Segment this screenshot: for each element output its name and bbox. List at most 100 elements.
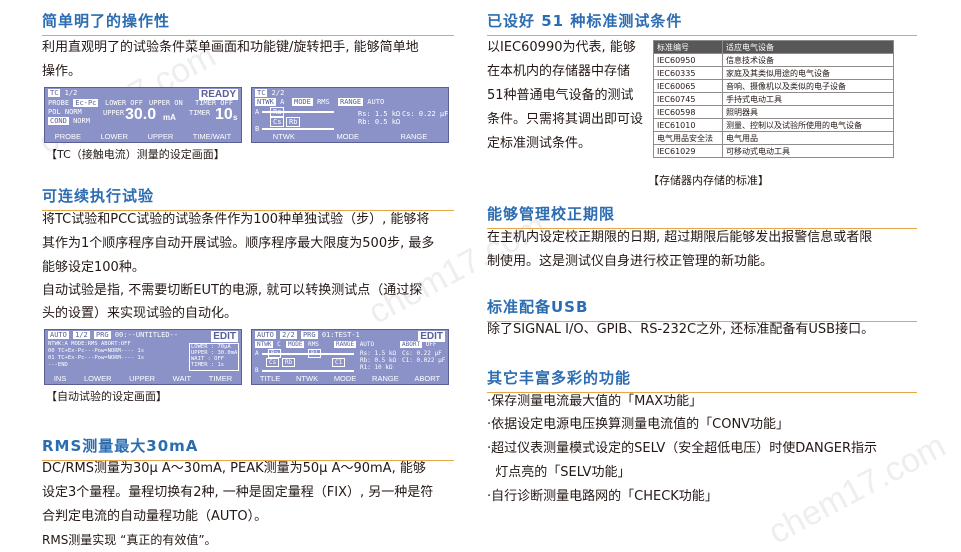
- lcd-text: PRG: [300, 331, 318, 339]
- softkey-range[interactable]: RANGE: [401, 132, 428, 141]
- softkey-wait[interactable]: WAIT: [173, 374, 191, 383]
- softkey-upper[interactable]: UPPER: [147, 132, 173, 141]
- table-cell: IEC60335: [653, 66, 723, 80]
- lcd-text: NORM: [64, 108, 82, 116]
- table-row: IEC61010 测量、控制以及试验所使用的电气设备: [653, 118, 894, 132]
- softkey-time-wait[interactable]: TIME/WAIT: [193, 132, 231, 141]
- table-cell: 可移动式电动工具: [722, 144, 894, 158]
- lcd-text: TIMER: [189, 109, 211, 117]
- table-cell: IEC61010: [653, 118, 723, 132]
- softkey-abort[interactable]: ABORT: [414, 374, 440, 383]
- body-text: 制使用。这是测试仪自身进行校正管理的新功能。: [487, 254, 774, 269]
- lcd-text: Rb: 0.5 kΩ: [358, 118, 401, 126]
- list-item: ·自行诊断测量电路网的「CHECK功能」: [487, 489, 718, 504]
- lcd-text: NTWK: [255, 98, 276, 106]
- body-text: 合判定电流的自动量程功能（AUTO）。: [42, 509, 268, 524]
- lcd-text: 00:--UNTITLED--: [114, 331, 179, 339]
- table-cell: 电气用品安全法: [653, 131, 723, 145]
- lcd-mode-label: TC: [48, 89, 61, 97]
- lcd-text: TIMER : 1s: [191, 362, 225, 368]
- lcd-text: MODE: [292, 98, 313, 106]
- body-text: 在主机内设定校正期限的日期, 超过期限后能够发出报警信息或者限: [487, 230, 873, 245]
- body-text: 利用直观明了的试验条件菜单画面和功能键/旋转把手, 能够简单地: [42, 40, 419, 55]
- softkey-ins[interactable]: INS: [54, 374, 67, 383]
- lcd-reading: 10: [215, 106, 233, 123]
- lcd-text: LOWER: [105, 99, 127, 107]
- lcd-page: 1/2: [64, 89, 78, 97]
- table-cell: IEC60598: [653, 105, 723, 119]
- lcd-text: 01 TC+Ex-Pc---Pow=NORM---- 1s: [48, 355, 145, 361]
- table-cell: 测量、控制以及试验所使用的电气设备: [722, 118, 894, 132]
- list-item: ·保存测量电流最大值的「MAX功能」: [487, 394, 703, 409]
- table-cell: 手持式电动工具: [722, 92, 894, 106]
- lcd-softkey-menu: TITLE NTWK MODE RANGE ABORT: [252, 374, 448, 383]
- lcd-text: NTWK: [255, 341, 274, 348]
- lcd-text: PROBE: [48, 99, 70, 107]
- figure-caption: 【TC（接触电流）测量的设定画面】: [46, 148, 225, 161]
- lcd-text: Rs: 1.5 kΩ: [360, 350, 397, 357]
- lcd-reading: 30.0: [125, 106, 157, 123]
- circuit-line: [262, 128, 334, 130]
- softkey-lower[interactable]: LOWER: [84, 374, 112, 383]
- lcd-text: POL: [48, 108, 61, 116]
- body-text: 操作。: [42, 64, 82, 79]
- circuit-resistor: Rb: [286, 117, 301, 127]
- circuit-line: [262, 370, 354, 372]
- softkey-ntwk[interactable]: NTWK: [296, 374, 318, 383]
- softkey-mode[interactable]: MODE: [334, 374, 357, 383]
- lcd-text: Rs: 1.5 kΩ: [358, 110, 401, 118]
- softkey-probe[interactable]: PROBE: [55, 132, 81, 141]
- body-text: 自动试验是指, 不需要切断EUT的电源, 就可以转换测试点（通过探: [42, 283, 423, 298]
- table-header: 适应电气设备: [722, 40, 894, 54]
- lcd-auto-setting-2: AUTO 2/2 PRG 01:TEST-1 EDIT NTWK C MODE …: [251, 329, 449, 385]
- table-cell: IEC60065: [653, 79, 723, 93]
- body-text: 头的设置）来实现试验的自动化。: [42, 306, 238, 321]
- lcd-text: s: [233, 113, 238, 122]
- lcd-text: 01:TEST-1: [321, 331, 360, 339]
- softkey-title[interactable]: TITLE: [260, 374, 280, 383]
- circuit-resistor: R1: [308, 349, 322, 358]
- softkey-mode[interactable]: MODE: [336, 132, 359, 141]
- circuit-capacitor: Cs: [266, 358, 280, 367]
- softkey-range[interactable]: RANGE: [372, 374, 399, 383]
- lcd-text: OFF: [425, 341, 437, 348]
- lcd-text: NORM: [73, 117, 90, 125]
- table-row: IEC60598 照明器具: [653, 105, 894, 119]
- table-row: IEC60335 家庭及其类似用途的电气设备: [653, 66, 894, 80]
- body-text: 其作为1个顺序程序自动开展试验。顺序程序最大限度为500步, 最多: [42, 236, 435, 251]
- list-item: ·依据设定电源电压换算测量电流值的「CONV功能」: [487, 417, 790, 432]
- body-text: RMS测量实现 “真正的有效值”。: [42, 533, 217, 547]
- section-title-operability: 简单明了的操作性: [42, 10, 454, 36]
- lcd-softkey-menu: NTWK MODE RANGE: [252, 132, 448, 141]
- softkey-lower[interactable]: LOWER: [100, 132, 128, 141]
- lcd-text: C1: 0.022 μF: [402, 357, 446, 364]
- lcd-auto-setting-1: AUTO 1/2 PRG 00:--UNTITLED-- EDIT NTWK:A…: [44, 329, 242, 385]
- softkey-timer[interactable]: TIMER: [209, 374, 232, 383]
- list-item: 灯点亮的「SELV功能」: [487, 465, 631, 480]
- lcd-text: MODE: [286, 341, 305, 348]
- body-text: DC/RMS测量为30μ A～30mA, PEAK测量为50μ A～90mA, …: [42, 461, 426, 476]
- table-row: IEC60745 手持式电动工具: [653, 92, 894, 106]
- lcd-text: ABORT: [400, 341, 423, 348]
- lcd-mode-label: TC: [255, 89, 268, 97]
- lcd-status: EDIT: [211, 331, 238, 342]
- softkey-ntwk[interactable]: NTWK: [273, 132, 295, 141]
- lcd-tc-setting-2: TC 2/2 NTWK A MODE RMS RANGE AUTO A B Ra…: [251, 87, 449, 143]
- softkey-upper[interactable]: UPPER: [129, 374, 155, 383]
- circuit-capacitor: C1: [332, 358, 346, 367]
- lcd-softkey-menu: PROBE LOWER UPPER TIME/WAIT: [45, 132, 241, 141]
- table-row: 电气用品安全法 电气用品: [653, 131, 894, 145]
- body-text: 设定3个量程。量程切换有2种, 一种是固定量程（FIX）, 另一种是符: [42, 485, 434, 500]
- lcd-text: UPPER: [103, 109, 125, 117]
- lcd-text: COND: [48, 117, 69, 125]
- body-text: 将TC试验和PCC试验的试验条件作为100种单独试验（步）, 能够将: [42, 212, 430, 227]
- table-cell: IEC60745: [653, 92, 723, 106]
- body-text: 51种普通电气设备的测试: [487, 88, 634, 103]
- lcd-text: ON: [174, 99, 183, 107]
- lcd-text: AUTO: [359, 341, 375, 348]
- lcd-page: 2/2: [280, 331, 297, 339]
- body-text: 除了SIGNAL I/O、GPIB、RS-232C之外, 还标准配备有USB接口…: [487, 322, 875, 337]
- table-caption: 【存储器内存储的标准】: [648, 174, 769, 187]
- lcd-page: 2/2: [271, 89, 285, 97]
- lcd-page: 1/2: [73, 331, 90, 339]
